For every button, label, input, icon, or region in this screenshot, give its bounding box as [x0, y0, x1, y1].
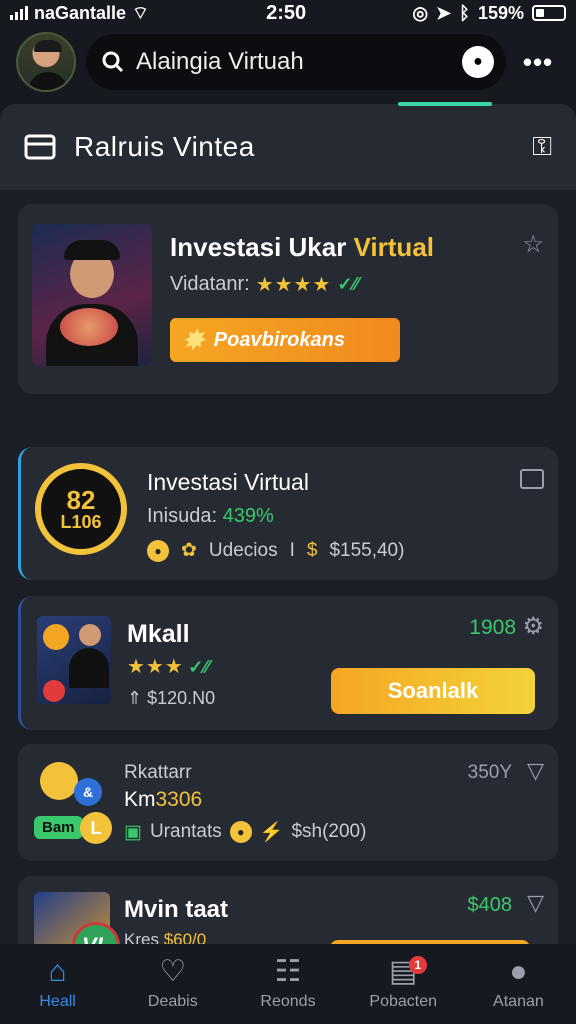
- notification-badge: 1: [408, 956, 427, 974]
- tag-badge: Bam: [34, 816, 83, 839]
- carrier-name: naGantalle: [34, 2, 127, 23]
- nav-label: Atanan: [493, 993, 544, 1010]
- heart-icon: ♡: [159, 955, 187, 988]
- list-card[interactable]: & Bam L Rkattarr Km3306 ▣ Urantats ● ⚡ $…: [18, 744, 558, 861]
- location-icon: ➤: [436, 2, 452, 23]
- chat-badge-icon: 82 L106: [35, 463, 127, 555]
- coin-icon: ●: [229, 821, 252, 843]
- wifi-icon: ⌔: [132, 2, 149, 23]
- investment-card[interactable]: 82 L106 Investasi Virtual Inisuda: 439% ●…: [18, 447, 558, 580]
- card-title: Mkall: [127, 620, 190, 648]
- check-icon: ✓⁄⁄: [337, 274, 359, 294]
- rating-stars-icon: ★★★: [127, 656, 184, 678]
- folder-icon: [24, 134, 56, 160]
- panel-title: Ralruis Vintea: [74, 131, 255, 162]
- card-title: Mvin taat: [124, 896, 229, 923]
- bottom-nav: ⌂ Heall ♡ Deabis ☷ Reonds ▤ 1 Pobacten ●…: [0, 944, 576, 1024]
- status-time: 2:50: [266, 1, 307, 24]
- nav-label: Reonds: [260, 993, 316, 1010]
- coin-icon: [40, 762, 78, 800]
- featured-card[interactable]: Investasi Ukar Virtual Vidatanr: ★★★★ ✓⁄…: [18, 204, 558, 394]
- card-subtitle: Inisuda: 439%: [147, 505, 274, 527]
- chevron-down-icon[interactable]: ▽: [527, 890, 544, 916]
- trend-icon: ⇑: [127, 688, 148, 708]
- nav-label: Deabis: [147, 993, 198, 1010]
- card-title: Rkattarr: [124, 762, 192, 783]
- panel-header: Ralruis Vintea ⚿: [0, 104, 576, 190]
- bolt-icon: ⚡: [259, 822, 284, 843]
- card-value: $408: [467, 894, 513, 916]
- check-icon: ✓⁄⁄: [188, 657, 210, 677]
- tag-coin-icon: L: [80, 812, 112, 844]
- paw-icon: ✿: [181, 540, 197, 561]
- bluetooth-icon: ᛒ: [459, 2, 470, 23]
- product-card[interactable]: Mkall ★★★ ✓⁄⁄ ⇑ $120.​N0 1908 ⚙ Soanlalk: [18, 596, 558, 730]
- key-icon[interactable]: ⚿: [532, 131, 552, 163]
- card-subtitle: Kres $60/0: [124, 930, 207, 944]
- signal-icon: [10, 6, 28, 20]
- panel-accent-bar: [398, 102, 492, 106]
- nav-item-list[interactable]: ☷ Reonds: [230, 944, 345, 1024]
- sparkle-icon: ✸: [182, 324, 204, 355]
- featured-title: Investasi Ukar Virtual: [170, 232, 434, 262]
- badge-icon: &: [74, 778, 102, 806]
- card-price: ⇑ $120.​N0: [127, 688, 216, 708]
- product-thumbnail: [37, 616, 111, 704]
- nav-item-home[interactable]: ⌂ Heall: [0, 944, 115, 1024]
- more-menu-icon[interactable]: •••: [516, 47, 560, 78]
- home-icon: ⌂: [48, 955, 67, 988]
- card-value: 1908: [469, 616, 516, 639]
- status-left: naGantalle ⌔: [10, 2, 200, 25]
- featured-subtitle: Vidatanr: ★★★★ ✓⁄⁄: [170, 273, 359, 296]
- search-input[interactable]: Alaingia Virtuah: [136, 48, 452, 76]
- nav-item-profile[interactable]: ● Atanan: [461, 944, 576, 1024]
- search-icon: [102, 51, 124, 73]
- rating-stars-icon: ★★★★: [255, 274, 332, 296]
- favorite-star-icon[interactable]: ☆: [522, 230, 544, 259]
- user-icon: ●: [509, 955, 528, 988]
- card-subtitle: Km3306: [124, 788, 203, 811]
- assistant-icon[interactable]: ●: [462, 46, 494, 78]
- card-meta: ▣ Urantats ● ⚡ $sh(200): [124, 821, 367, 843]
- alarm-icon: ◎: [412, 2, 429, 23]
- card-meta: ● ✿ Udecios I $ $155,40): [147, 539, 404, 562]
- battery-icon: [532, 5, 566, 21]
- card-value: 350Y: [467, 762, 512, 783]
- card-title: Investasi Virtual: [147, 469, 309, 495]
- expand-icon[interactable]: [520, 469, 544, 489]
- status-right: ◎ ➤ ᛒ 159%: [412, 3, 566, 24]
- list-icon: ☷: [274, 955, 302, 988]
- status-bar: naGantalle ⌔ 2:50 ◎ ➤ ᛒ 159%: [0, 0, 576, 26]
- gear-icon[interactable]: ⚙: [522, 612, 544, 641]
- nav-label: Pobacten: [369, 993, 438, 1010]
- avatar[interactable]: [16, 32, 76, 92]
- card-rating: ★★★ ✓⁄⁄: [127, 654, 209, 679]
- card-action-button[interactable]: Soanlalk: [331, 668, 535, 714]
- nav-item-favorites[interactable]: ♡ Deabis: [115, 944, 230, 1024]
- coin-icon: ●: [147, 539, 169, 562]
- money-bag-icon: $: [306, 539, 318, 561]
- featured-thumbnail: [32, 224, 152, 366]
- battery-percent: 159%: [477, 2, 524, 23]
- top-bar: Alaingia Virtuah ● •••: [0, 30, 576, 94]
- main-panel: Ralruis Vintea ⚿ Investasi Ukar Virtual …: [0, 104, 576, 944]
- chevron-down-icon[interactable]: ▽: [527, 758, 544, 784]
- featured-action-button[interactable]: ✸ Poavbirokans: [170, 318, 400, 362]
- nav-item-bag[interactable]: ▤ 1 Pobacten: [346, 944, 461, 1024]
- nav-label: Heall: [39, 993, 76, 1010]
- gift-icon: ▣: [124, 821, 142, 843]
- search-bar[interactable]: Alaingia Virtuah ●: [86, 34, 506, 90]
